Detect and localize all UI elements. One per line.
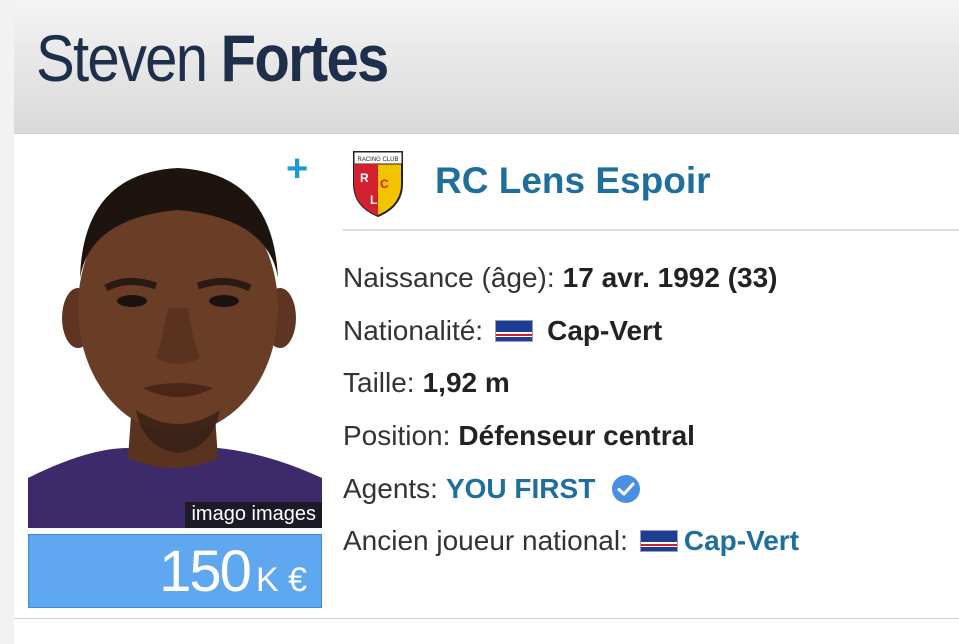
crest-letter-c: C [380,177,389,191]
birth-label: Naissance (âge): [343,262,555,294]
player-info-list: Naissance (âge): 17 avr. 1992 (33) Natio… [343,252,953,568]
market-value-unit: K € [255,561,307,599]
crest-letter-l: L [370,193,377,207]
player-first-name: Steven [36,21,208,95]
nationality-label: Nationalité: [343,314,484,346]
photo-credit: imago images [185,502,322,528]
add-plus-icon[interactable]: + [286,150,308,188]
birth-value: 17 avr. 1992 (33) [562,262,778,294]
height-label: Taille: [343,367,415,399]
info-row-position: Position: Défenseur central [343,410,953,463]
player-portrait-image [28,148,322,528]
bottom-divider [14,618,959,619]
agents-label: Agents: [343,472,438,504]
info-row-former-international: Ancien joueur national: Cap-Vert [343,515,953,568]
player-photo: imago images [28,148,322,528]
former-international-label: Ancien joueur national: [343,525,628,557]
player-last-name: Fortes [220,21,390,95]
verified-check-icon[interactable] [611,474,641,504]
info-row-birth: Naissance (âge): 17 avr. 1992 (33) [343,252,953,305]
nationality-value: Cap-Vert [547,314,663,346]
page: Steven Fortes imago images + 150 K € RAC… [0,0,959,644]
svg-text:RACING CLUB: RACING CLUB [357,157,398,163]
market-value-box[interactable]: 150 K € [28,534,322,608]
player-name: Steven Fortes [36,20,390,96]
position-label: Position: [343,420,451,452]
rc-lens-crest-icon[interactable]: RACING CLUB R C L [350,148,406,218]
player-profile-card: Steven Fortes imago images + 150 K € RAC… [14,0,959,644]
cape-verde-flag-icon [639,530,678,553]
profile-header: Steven Fortes [14,0,959,134]
former-international-link[interactable]: Cap-Vert [684,525,799,557]
agent-link[interactable]: YOU FIRST [446,473,595,505]
info-row-nationality: Nationalité: Cap-Vert [343,305,953,358]
section-divider [343,229,959,231]
crest-letter-r: R [360,171,369,185]
market-value-amount: 150 [159,539,252,604]
cape-verde-flag-icon [495,319,534,342]
club-name-link[interactable]: RC Lens Espoir [435,160,711,202]
height-value: 1,92 m [422,367,510,399]
position-value: Défenseur central [458,420,695,452]
info-row-height: Taille: 1,92 m [343,357,953,410]
info-row-agents: Agents: YOU FIRST [343,462,953,515]
